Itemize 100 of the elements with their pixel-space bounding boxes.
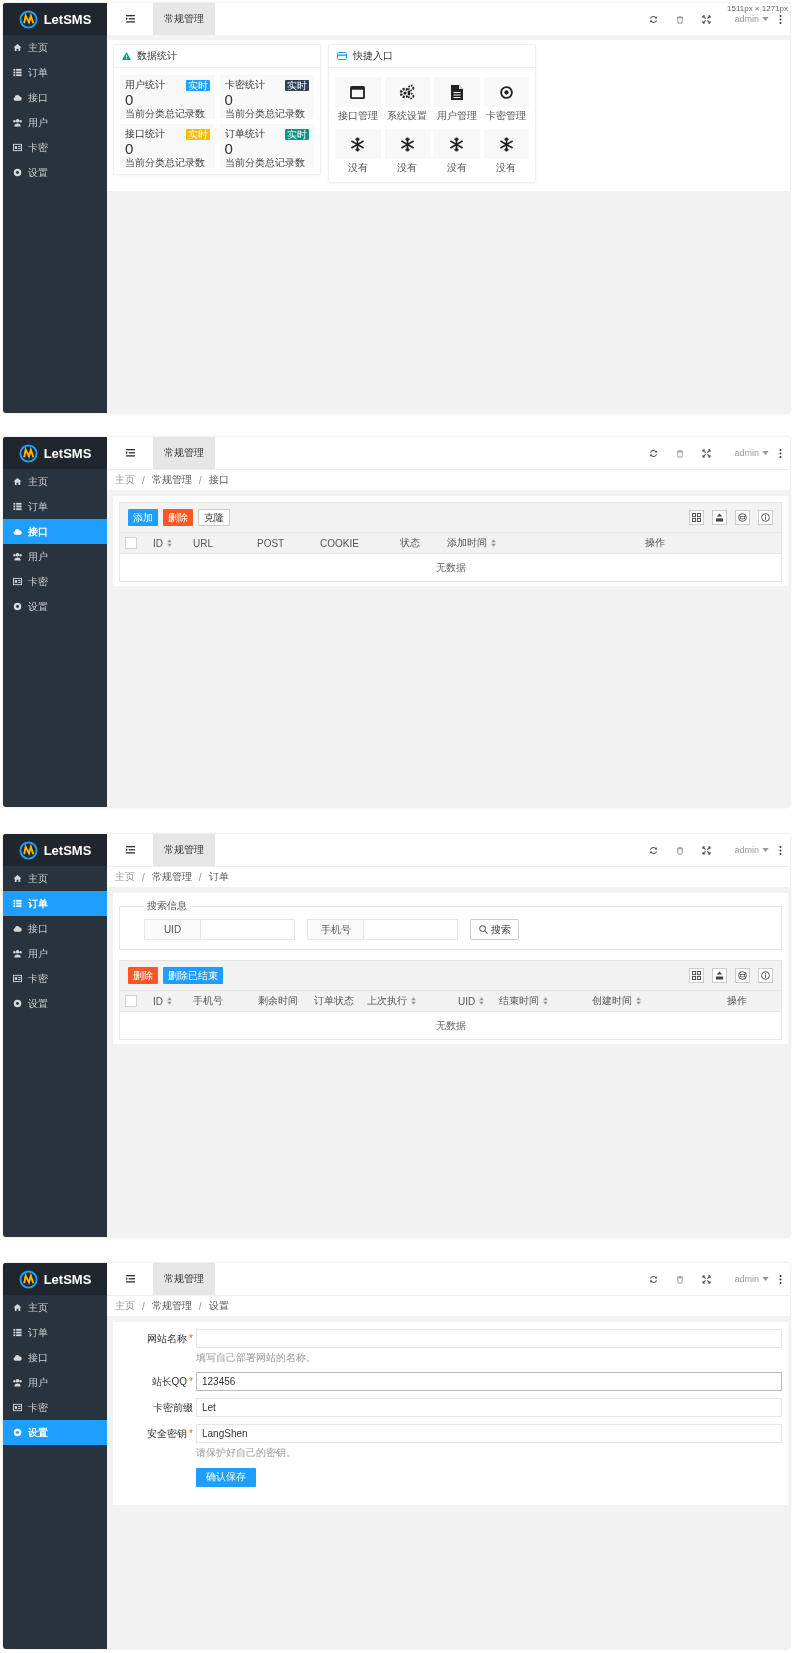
sidebar-item[interactable]: 接口 — [3, 916, 107, 941]
more-icon[interactable] — [779, 1274, 782, 1284]
snowflake-icon — [399, 136, 415, 152]
panel-title: 快捷入口 — [353, 49, 393, 63]
sidebar-item[interactable]: 订单 — [3, 60, 107, 85]
info-icon[interactable] — [758, 510, 773, 525]
sidebar-item[interactable]: 设置 — [3, 594, 107, 619]
search-field[interactable]: UID — [144, 919, 295, 940]
sidebar-item[interactable]: 卡密 — [3, 966, 107, 991]
logo-icon — [18, 443, 38, 463]
info-icon[interactable] — [758, 968, 773, 983]
realtime-badge: 实时 — [185, 128, 210, 140]
refresh-icon[interactable] — [649, 1274, 659, 1284]
shortcut-tile[interactable] — [384, 129, 430, 159]
sidebar-item[interactable]: 订单 — [3, 494, 107, 519]
stat-note: 当前分类总记录数 — [224, 156, 306, 170]
more-icon[interactable] — [779, 448, 782, 458]
breadcrumb-separator: / — [142, 871, 145, 883]
sidebar-item[interactable]: 接口 — [3, 85, 107, 110]
export-icon[interactable] — [712, 510, 727, 525]
shortcut-tile[interactable] — [434, 129, 480, 159]
stat-label: 用户统计 — [125, 78, 165, 92]
columns-icon[interactable] — [689, 510, 704, 525]
fullscreen-icon[interactable] — [702, 448, 712, 458]
more-icon[interactable] — [779, 845, 782, 855]
panel-title: 数据统计 — [137, 49, 177, 63]
fullscreen-icon[interactable] — [702, 845, 712, 855]
id-card-icon — [13, 1403, 22, 1412]
fullscreen-icon[interactable] — [702, 1274, 712, 1284]
list-icon — [13, 899, 22, 908]
page-tab[interactable]: 常规管理 — [153, 3, 215, 35]
shortcut-tile[interactable] — [335, 129, 381, 159]
sort-icon[interactable] — [491, 539, 496, 547]
sidebar-item[interactable]: 用户 — [3, 1370, 107, 1395]
input-field[interactable]: Let — [196, 1398, 782, 1417]
sidebar-item[interactable]: 用户 — [3, 941, 107, 966]
gears-icon — [399, 84, 416, 100]
shortcut-tile[interactable] — [434, 77, 480, 107]
page-tab[interactable]: 常规管理 — [153, 437, 215, 469]
refresh-icon[interactable] — [649, 448, 659, 458]
print-icon[interactable] — [735, 968, 750, 983]
input-field[interactable] — [196, 1329, 782, 1348]
sidebar-item[interactable]: 用户 — [3, 544, 107, 569]
stat-label: 卡密统计 — [224, 78, 265, 92]
column-header: UID — [458, 995, 476, 1007]
column-header: ID — [153, 995, 163, 1007]
refresh-icon[interactable] — [649, 14, 659, 24]
sort-icon[interactable] — [543, 997, 548, 1005]
brand-name: LetSMS — [43, 445, 92, 461]
sidebar-item[interactable]: 卡密 — [3, 1395, 107, 1420]
select-all-checkbox[interactable] — [125, 995, 137, 1007]
shortcut-tile[interactable] — [335, 77, 381, 107]
shortcut-label: 接口管理 — [337, 109, 378, 123]
page-tab[interactable]: 常规管理 — [153, 834, 215, 866]
more-icon[interactable] — [779, 14, 782, 24]
sort-icon[interactable] — [636, 997, 641, 1005]
sort-icon[interactable] — [411, 997, 416, 1005]
shortcut-tile[interactable] — [483, 129, 529, 159]
sort-icon[interactable] — [479, 997, 485, 1005]
sidebar-item[interactable]: 主页 — [3, 866, 107, 891]
column-header: 上次执行 — [367, 994, 407, 1008]
sidebar-item[interactable]: 主页 — [3, 35, 107, 60]
sidebar-item[interactable]: 用户 — [3, 110, 107, 135]
select-all-checkbox[interactable] — [125, 537, 137, 549]
print-icon[interactable] — [735, 510, 750, 525]
column-header: 操作 — [727, 994, 747, 1008]
stat-label: 接口统计 — [125, 127, 165, 141]
caret-icon — [762, 451, 769, 455]
sort-icon[interactable] — [167, 997, 172, 1005]
columns-icon[interactable] — [689, 968, 704, 983]
stat-label: 订单统计 — [224, 127, 265, 141]
field-label: 网站名称 * — [147, 1332, 193, 1346]
card-icon — [337, 52, 347, 60]
page-tab[interactable]: 常规管理 — [153, 1263, 215, 1295]
search-button[interactable]: 搜索 — [470, 919, 519, 940]
export-icon[interactable] — [712, 968, 727, 983]
sort-icon[interactable] — [167, 539, 172, 547]
shortcut-label: 没有 — [397, 161, 418, 175]
sidebar-item[interactable]: 设置 — [3, 160, 107, 185]
id-card-icon — [13, 577, 22, 586]
sidebar-item[interactable]: 主页 — [3, 469, 107, 494]
shortcut-tile[interactable] — [384, 77, 430, 107]
toolbar-button[interactable]: 克隆 — [198, 509, 230, 526]
refresh-icon[interactable] — [649, 845, 659, 855]
sidebar-item[interactable]: 设置 — [3, 991, 107, 1016]
sidebar-item[interactable]: 订单 — [3, 1320, 107, 1345]
home-icon — [13, 43, 22, 52]
cloud-icon — [13, 1353, 22, 1362]
gear-icon — [13, 168, 22, 177]
shortcut-tile[interactable] — [483, 77, 529, 107]
sidebar-item[interactable]: 卡密 — [3, 135, 107, 160]
input-field[interactable]: 123456 — [196, 1372, 782, 1391]
sidebar-item[interactable]: 卡密 — [3, 569, 107, 594]
breadcrumb-separator: / — [198, 871, 202, 883]
fullscreen-icon[interactable] — [702, 14, 712, 24]
sidebar-item[interactable]: 接口 — [3, 1345, 107, 1370]
search-field[interactable]: 手机号 — [307, 919, 458, 940]
breadcrumb-item: 接口 — [208, 473, 229, 487]
input-field[interactable]: LangShen — [196, 1424, 782, 1443]
sidebar-item[interactable]: 主页 — [3, 1295, 107, 1320]
